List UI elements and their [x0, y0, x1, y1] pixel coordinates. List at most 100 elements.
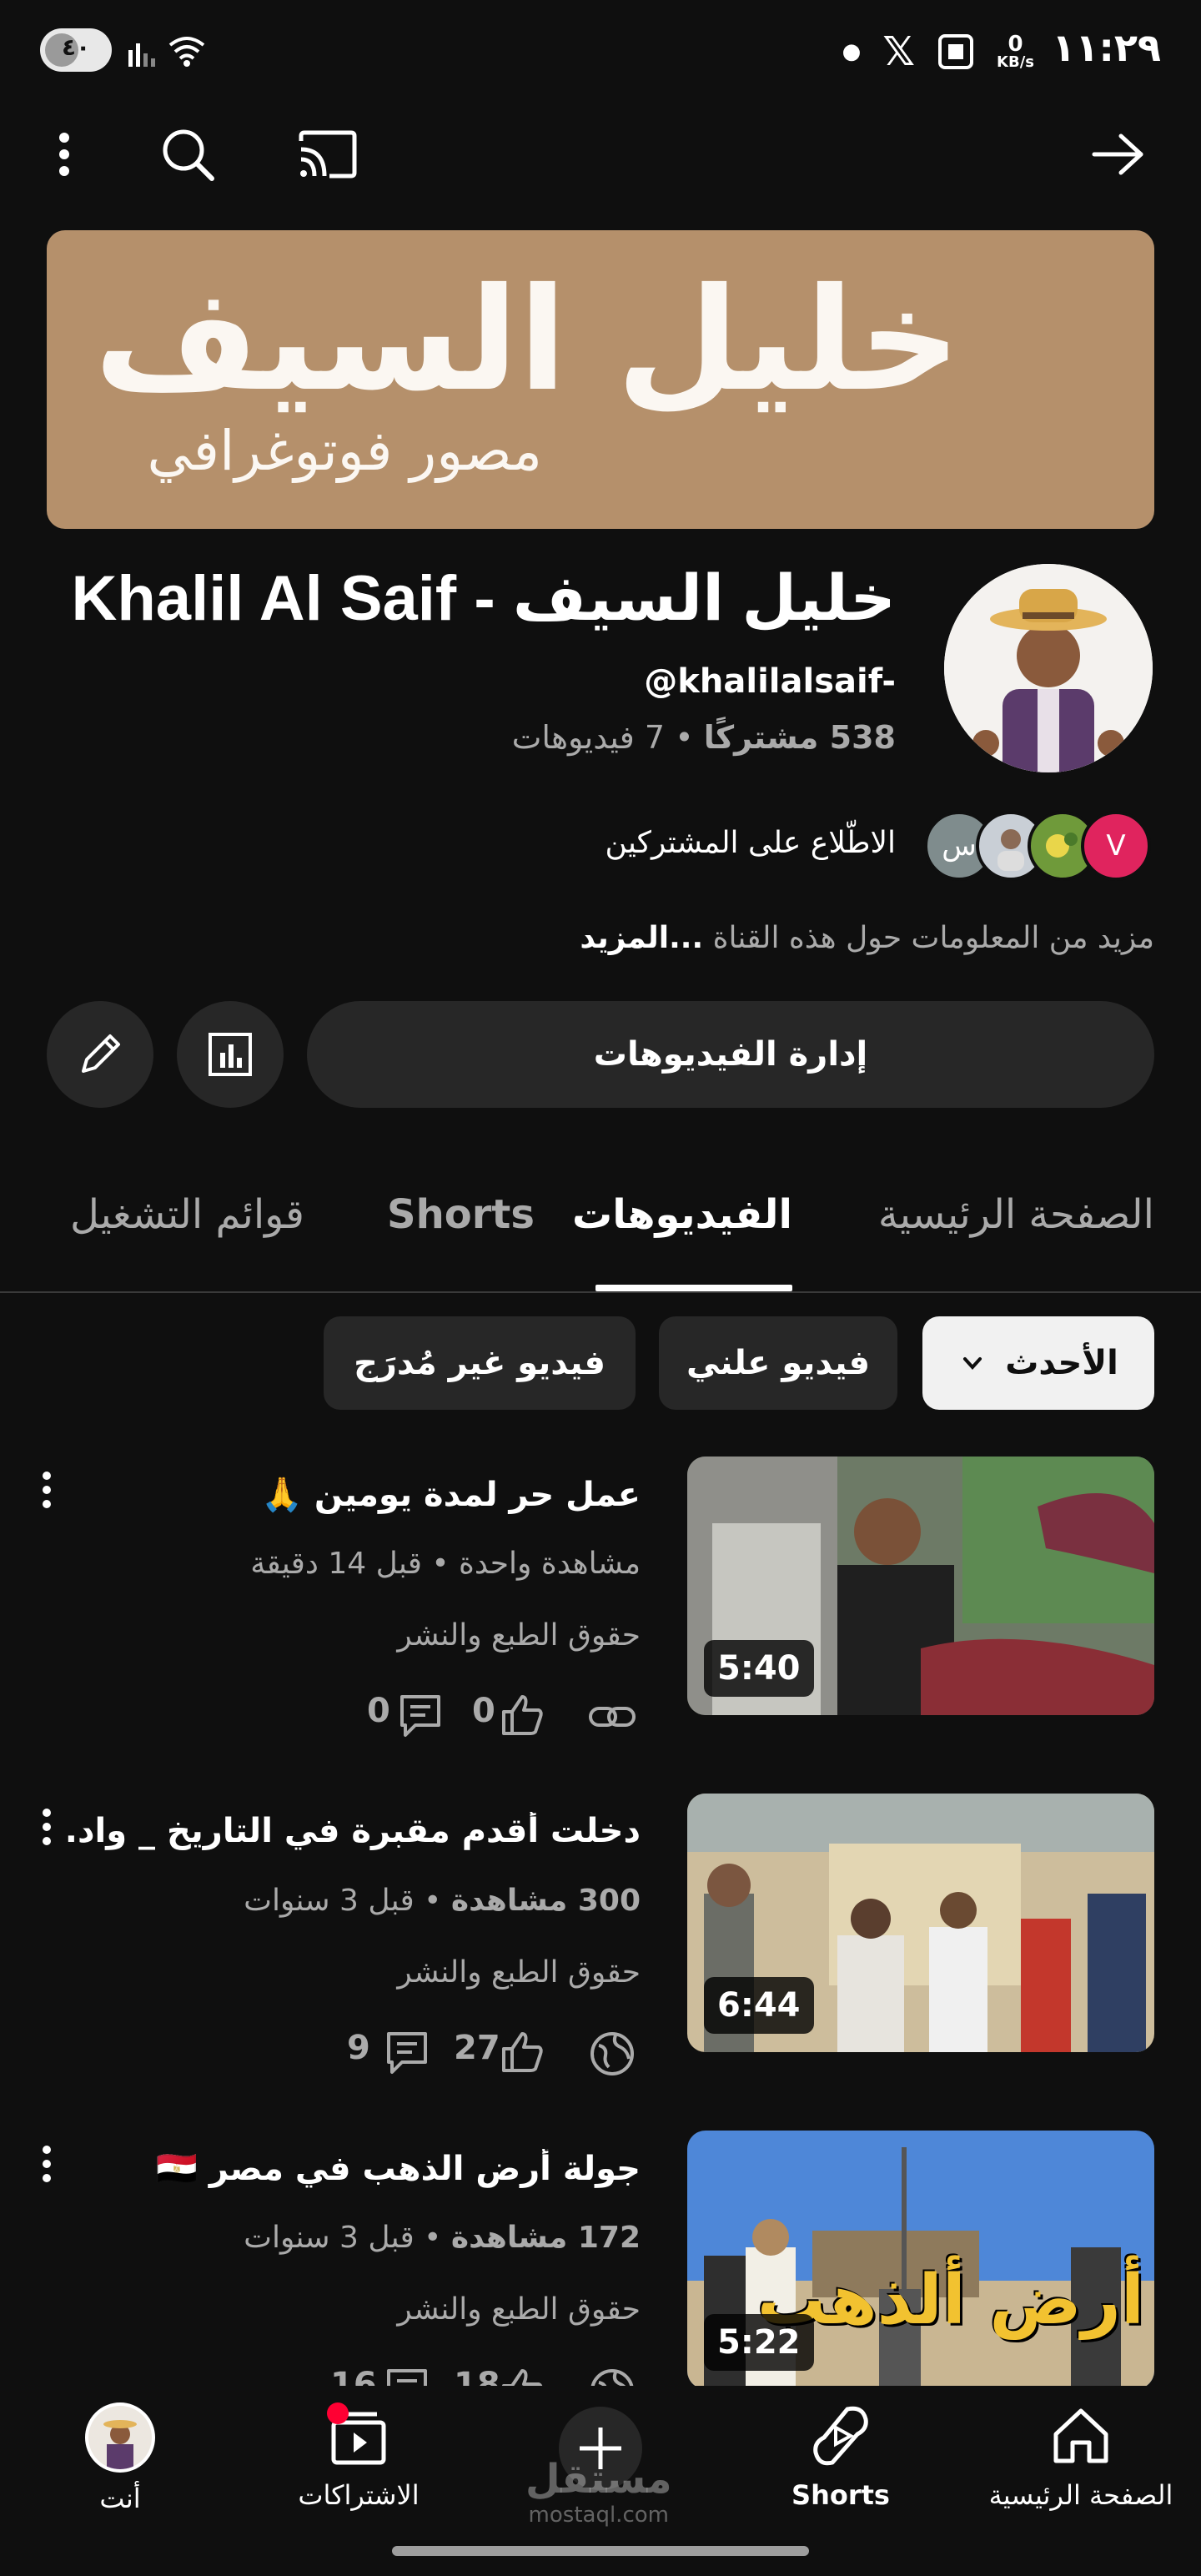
kebab-menu-icon [59, 133, 69, 176]
channel-banner: خليل السيف مصور فوتوغرافي [47, 230, 1154, 529]
video-duration: 5:40 [704, 1640, 814, 1697]
channel-avatar[interactable] [944, 564, 1153, 772]
dot-icon: ● [842, 39, 862, 64]
kebab-menu-icon [43, 1809, 51, 1845]
like-count: 27 [454, 2029, 500, 2067]
video-title[interactable]: عمل حر لمدة يومين 🙏 [261, 1475, 641, 1514]
pencil-icon [82, 1034, 120, 1073]
subscriber-avatars[interactable]: س V [924, 811, 1154, 881]
video-item[interactable]: أرض ألذهب 5:22 جولة أرض الذهب في مصر 🇪🇬 … [0, 2131, 1201, 2412]
x-app-icon: 𝕏 [882, 28, 916, 75]
chip-unlisted[interactable]: فيديو غير مُدرَج [324, 1316, 636, 1410]
comment-icon [387, 2032, 427, 2074]
video-options-button[interactable] [30, 2139, 63, 2189]
search-button[interactable] [150, 117, 225, 192]
chevron-down-icon [963, 1357, 982, 1370]
watermark: مستقل mostaql.com [525, 2456, 672, 2528]
tab-videos[interactable]: الفيديوهات [572, 1191, 792, 1238]
link-icon [589, 1707, 636, 1727]
like-icon [502, 2032, 543, 2072]
analytics-icon [209, 1033, 252, 1076]
channel-name: Khalil Al Saif - خليل السيف [71, 563, 897, 634]
nav-you-label: أنت [99, 2483, 141, 2514]
edit-channel-button[interactable] [47, 1001, 153, 1108]
shorts-icon [813, 2406, 868, 2466]
nav-subscriptions[interactable]: الاشتراكات [242, 2402, 475, 2528]
chip-public[interactable]: فيديو علني [659, 1316, 897, 1410]
filter-chips: الأحدث فيديو علني فيديو غير مُدرَج [0, 1316, 1201, 1410]
subscriber-count: 538 مشتركًا [703, 719, 896, 756]
watermark-arabic: مستقل [525, 2456, 672, 2503]
video-options-button[interactable] [30, 1465, 63, 1515]
copyright-notice[interactable]: حقوق الطبع والنشر [397, 1618, 641, 1653]
like-icon [502, 1695, 543, 1735]
video-count: 7 فيديوهات [511, 719, 666, 756]
nav-home-label: الصفحة الرئيسية [988, 2479, 1173, 2511]
globe-icon [590, 2032, 634, 2075]
channel-actions: إدارة الفيديوهات [47, 1001, 1154, 1108]
copyright-notice[interactable]: حقوق الطبع والنشر [397, 2292, 641, 2327]
network-speed: 0 KB/s [997, 32, 1034, 71]
like-count: 0 [472, 1692, 495, 1730]
nav-home[interactable]: الصفحة الرئيسية [964, 2402, 1198, 2528]
more-link[interactable]: ...المزيد [580, 921, 703, 955]
home-indicator [392, 2546, 809, 2556]
channel-handle: @khalilalsaif- [644, 662, 896, 701]
video-item[interactable]: 6:44 دخلت أقدم مقبرة في التاريخ _ واد...… [0, 1794, 1201, 2075]
kebab-menu-icon [43, 2146, 51, 2182]
copyright-notice[interactable]: حقوق الطبع والنشر [397, 1955, 641, 1990]
more-about-channel[interactable]: مزيد من المعلومات حول هذه القناة ...المز… [580, 921, 1154, 955]
video-title[interactable]: جولة أرض الذهب في مصر 🇪🇬 [156, 2149, 641, 2188]
signal-icon [128, 43, 155, 67]
video-options-button[interactable] [30, 1802, 63, 1852]
signal-wifi-icons [125, 30, 217, 79]
status-icons-right: ● 𝕏 0 KB/s [842, 28, 1034, 75]
analytics-button[interactable] [177, 1001, 284, 1108]
nav-subscriptions-label: الاشتراكات [298, 2479, 420, 2511]
top-app-bar [0, 108, 1201, 200]
thumbnail-overlay-text: أرض ألذهب [756, 2261, 1144, 2340]
video-stats: 27 9 [347, 2029, 641, 2079]
tab-shorts[interactable]: Shorts [387, 1191, 535, 1238]
comment-icon [400, 1695, 440, 1737]
nav-you[interactable]: أنت [3, 2402, 237, 2528]
account-avatar [85, 2402, 155, 2473]
see-subscribers-link[interactable]: الاطّلاع على المشتركين [606, 826, 896, 860]
comment-count: 0 [367, 1692, 390, 1730]
arrow-right-icon [1092, 133, 1143, 175]
video-duration: 5:22 [704, 2314, 814, 2371]
clock: ١١:٢٩ [1052, 25, 1161, 70]
video-item[interactable]: 5:40 عمل حر لمدة يومين 🙏 مشاهدة واحدة • … [0, 1457, 1201, 1737]
video-meta: 172 مشاهدة • قبل 3 سنوات [244, 2221, 641, 2255]
kebab-menu-icon [43, 1472, 51, 1508]
search-icon [163, 129, 214, 181]
video-meta: مشاهدة واحدة • قبل 14 دقيقة [250, 1547, 641, 1581]
tab-home[interactable]: الصفحة الرئيسية [878, 1191, 1154, 1238]
subscriber-avatar: V [1081, 811, 1151, 881]
battery-level: ٤٠ [62, 33, 91, 61]
home-icon [1053, 2408, 1108, 2463]
nav-shorts[interactable]: Shorts [724, 2402, 957, 2528]
banner-title: خليل السيف [93, 258, 961, 423]
sort-dropdown[interactable]: الأحدث [922, 1316, 1154, 1410]
wifi-icon [168, 37, 205, 60]
comment-count: 9 [347, 2029, 370, 2067]
back-button[interactable] [1081, 117, 1156, 192]
banner-subtitle: مصور فوتوغرافي [147, 419, 542, 483]
cast-button[interactable] [290, 117, 365, 192]
active-tab-indicator [595, 1285, 792, 1291]
avatar-photo [944, 564, 1153, 772]
video-duration: 6:44 [704, 1977, 814, 2034]
cast-icon [299, 130, 357, 179]
screenshot-icon [938, 34, 974, 69]
video-title[interactable]: دخلت أقدم مقبرة في التاريخ _ واد... [65, 1812, 641, 1850]
channel-tabs: الصفحة الرئيسية الفيديوهات Shorts قوائم … [0, 1168, 1201, 1293]
notification-dot [327, 2402, 349, 2424]
battery-indicator: ٤٠ [40, 28, 112, 72]
channel-stats: 538 مشتركًا • 7 فيديوهات [511, 719, 896, 756]
video-stats: 0 0 [364, 1692, 641, 1742]
tab-playlists[interactable]: قوائم التشغيل [70, 1191, 304, 1238]
more-options-button[interactable] [27, 117, 102, 192]
watermark-latin: mostaql.com [528, 2503, 669, 2528]
manage-videos-button[interactable]: إدارة الفيديوهات [307, 1001, 1154, 1108]
